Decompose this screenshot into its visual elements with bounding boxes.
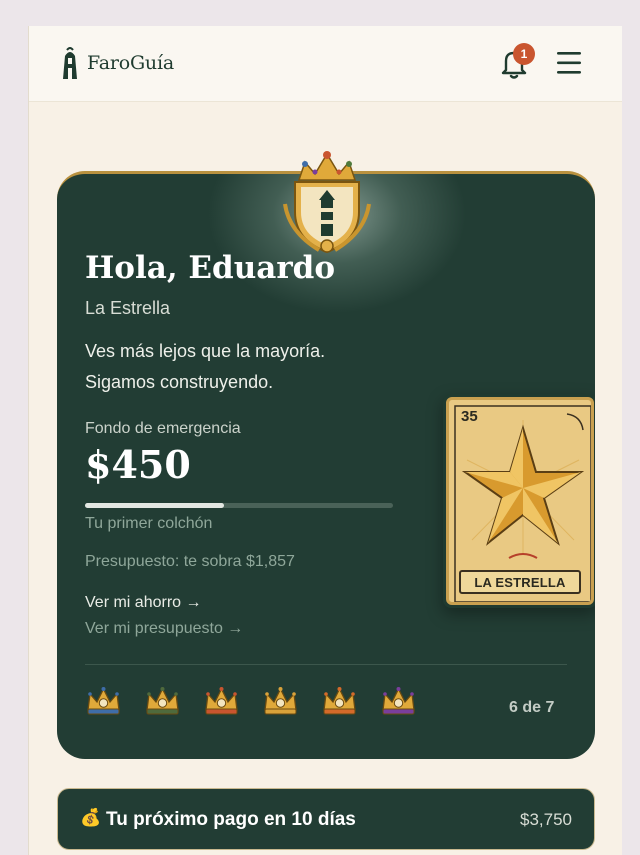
- crown-icon: [264, 687, 297, 715]
- encouragement-message: Ves más lejos que la mayoría. Sigamos co…: [85, 341, 326, 392]
- view-budget-link[interactable]: Ver mi presupuesto →: [85, 620, 243, 638]
- progress-caption: Tu primer colchón: [85, 515, 213, 532]
- profile-subtitle: La Estrella: [85, 298, 171, 318]
- divider: [85, 664, 567, 665]
- top-header: FaroGuía 1: [29, 26, 622, 102]
- brand-logo[interactable]: FaroGuía: [59, 46, 174, 80]
- app-frame: FaroGuía 1 Hola, Eduardo La Estrella Ves…: [28, 26, 622, 855]
- crown-icon: [382, 687, 415, 715]
- crown-icon: [323, 687, 356, 715]
- crown-icon: [87, 687, 120, 715]
- view-savings-link[interactable]: Ver mi ahorro →: [85, 594, 201, 612]
- next-payment-amount: $3,750: [520, 810, 572, 829]
- fund-label: Fondo de emergencia: [85, 420, 241, 437]
- budget-summary: Presupuesto: te sobra $1,857: [85, 553, 295, 570]
- crown-achievements: [85, 684, 417, 716]
- brand-name: FaroGuía: [87, 52, 174, 74]
- fund-progress-bar: [85, 503, 393, 508]
- crowns-count: 6 de 7: [509, 699, 555, 716]
- crown-icon: [205, 687, 238, 715]
- fund-progress-fill: [85, 503, 224, 508]
- money-bag-icon: 💰: [80, 808, 102, 827]
- loteria-card[interactable]: 35 LA ESTRELLA: [443, 394, 595, 608]
- crown-icon: [146, 687, 179, 715]
- next-payment-text: Tu próximo pago en 10 días: [106, 809, 356, 830]
- loteria-card-face: 35 LA ESTRELLA: [446, 397, 594, 605]
- hamburger-menu-icon[interactable]: [555, 50, 583, 76]
- notification-badge: 1: [513, 43, 535, 65]
- fund-amount: $450: [85, 442, 191, 487]
- lighthouse-icon: [63, 47, 77, 79]
- loteria-card-number: 35: [461, 408, 478, 425]
- next-payment-banner[interactable]: 💰 Tu próximo pago en 10 días $3,750: [57, 788, 595, 850]
- loteria-card-label: LA ESTRELLA: [459, 570, 581, 594]
- lighthouse-crest-icon: [283, 151, 371, 254]
